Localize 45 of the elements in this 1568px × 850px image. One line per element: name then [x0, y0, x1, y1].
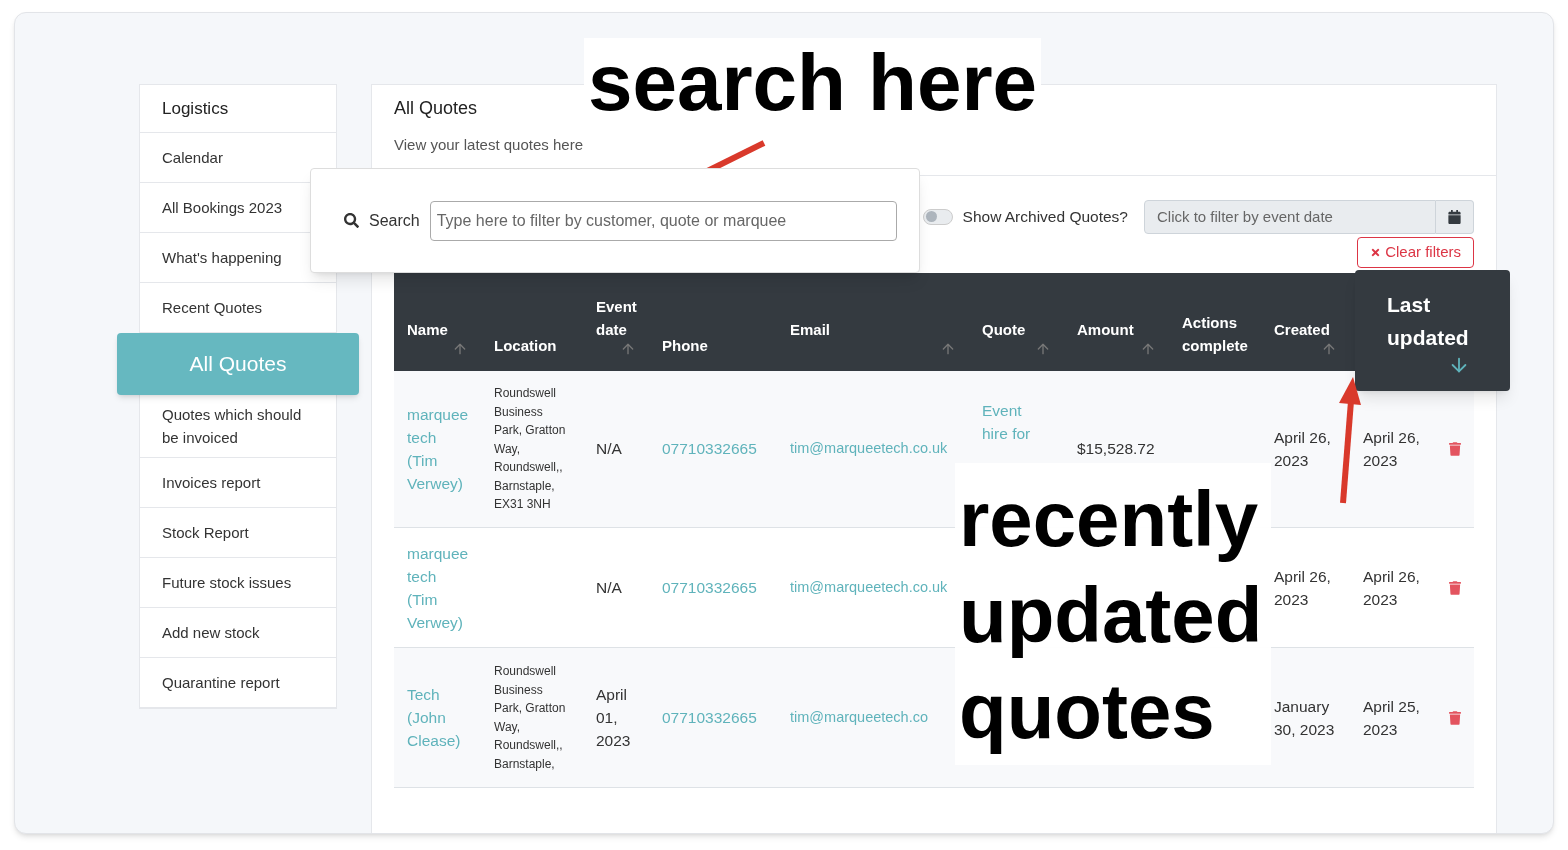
date-filter-field[interactable]: Click to filter by event date: [1144, 199, 1436, 234]
table-cell-text: $15,528.72: [1077, 439, 1156, 460]
sidebar-item[interactable]: Stock Report: [140, 508, 336, 558]
table-cell-text: April 26, 2023: [1363, 427, 1421, 471]
delete-icon[interactable]: [1449, 441, 1461, 456]
close-icon: [1370, 246, 1382, 258]
table-cell-text: April 01, 2023: [596, 685, 632, 751]
column-header[interactable]: Quote: [982, 317, 1051, 341]
table-cell-text: N/A: [596, 439, 623, 460]
sidebar-item[interactable]: Future stock issues: [140, 558, 336, 608]
sidebar-item[interactable]: Invoices report: [140, 458, 336, 508]
sidebar-item[interactable]: Add new stock: [140, 608, 336, 658]
table-cell-text: N/A: [596, 578, 623, 598]
column-header: Phone: [662, 335, 709, 356]
archived-toggle[interactable]: [922, 208, 953, 225]
table-cell-text: April 25, 2023: [1363, 696, 1421, 740]
column-header: Actions complete: [1182, 312, 1248, 356]
column-header[interactable]: Name: [407, 317, 468, 341]
column-header[interactable]: Event date: [596, 294, 636, 341]
table-cell-text: April 26, 2023: [1363, 566, 1421, 610]
sidebar-item[interactable]: Quarantine report: [140, 658, 336, 708]
delete-icon[interactable]: [1449, 710, 1461, 725]
table-cell-text: April 26, 2023: [1274, 566, 1332, 610]
column-header: Location: [494, 335, 558, 356]
delete-icon[interactable]: [1449, 580, 1461, 595]
column-header[interactable]: Last updated: [1387, 288, 1470, 354]
page-subtitle: View your latest quotes here: [394, 135, 584, 155]
calendar-icon: [1448, 209, 1461, 224]
sidebar-heading: Logistics: [140, 85, 336, 133]
table-cell-text: Roundswell Business Park, Gratton Way, Roundswell,, Barnstaple,: [494, 663, 567, 773]
search-label: Search: [369, 210, 420, 231]
sidebar-item[interactable]: Quotes which should be invoiced: [140, 395, 336, 458]
column-header[interactable]: Created: [1274, 317, 1337, 341]
table-cell-text: Roundswell Business Park, Gratton Way, Roundswell,, Barnstaple, EX31 3NH: [494, 385, 567, 513]
search-field[interactable]: Type here to filter by customer, quote or marquee: [429, 200, 897, 241]
annotation-text: recently updated quotes: [955, 463, 1271, 765]
calendar-button[interactable]: [1436, 199, 1474, 234]
toggle-label: Show Archived Quotes?: [962, 206, 1128, 227]
search-icon: [344, 213, 359, 228]
table-cell-text: January 30, 2023: [1274, 696, 1336, 740]
page-title: All Quotes: [394, 97, 479, 120]
table-cell-text: April 26, 2023: [1274, 427, 1332, 471]
column-header[interactable]: Email: [790, 317, 956, 341]
clear-filters-button[interactable]: Clear filters: [1357, 236, 1474, 268]
column-header[interactable]: Amount: [1077, 317, 1156, 341]
